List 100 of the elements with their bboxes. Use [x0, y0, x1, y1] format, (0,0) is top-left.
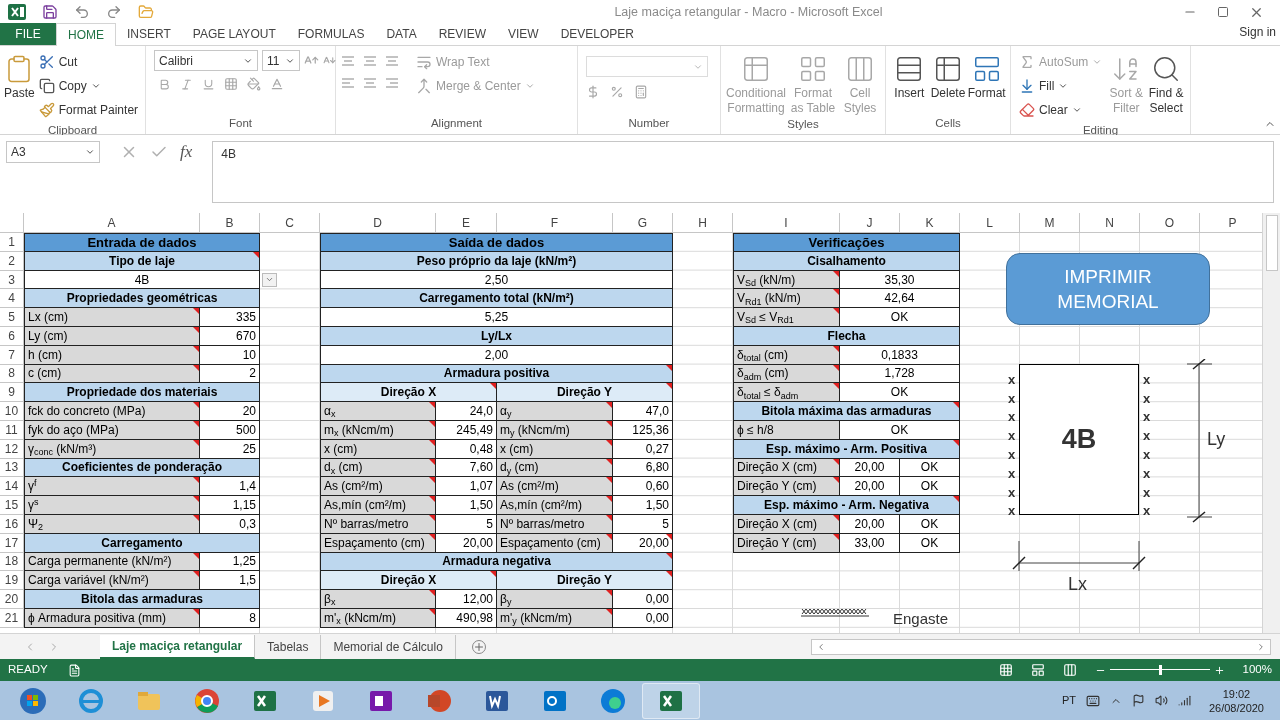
row-header[interactable]: 5 [0, 308, 24, 327]
support-mark: x [1008, 467, 1016, 481]
zoom-slider-thumb[interactable] [1158, 665, 1162, 675]
column-header[interactable]: E [436, 213, 497, 233]
column-header[interactable]: I [733, 213, 840, 233]
select-all-button[interactable] [0, 213, 24, 233]
fill-color-icon[interactable] [247, 77, 261, 91]
sheet-tab[interactable]: Laje maciça retangular [100, 634, 256, 659]
volume-icon[interactable] [1154, 694, 1168, 707]
column-header[interactable]: D [320, 213, 436, 233]
column-header[interactable]: O [1140, 213, 1200, 233]
table-cell: β$_{x}$ [320, 590, 436, 609]
column-header[interactable]: H [673, 213, 733, 233]
row-header[interactable]: 20 [0, 590, 24, 609]
align-left-icon[interactable] [340, 76, 356, 90]
table-cell: 1,07 [436, 477, 497, 497]
zoom-slider[interactable] [1109, 665, 1210, 675]
italic-icon[interactable] [180, 77, 193, 91]
ribbon-tab[interactable]: INSERT [116, 23, 182, 45]
ribbon-tab[interactable]: DEVELOPER [549, 23, 645, 45]
font-color-icon[interactable] [270, 77, 284, 91]
ribbon-tab[interactable]: DATA [375, 23, 428, 45]
undo-icon[interactable] [74, 4, 90, 20]
row-header[interactable]: 1 [0, 233, 24, 252]
delete-button[interactable]: Delete [928, 50, 968, 115]
column-header[interactable]: L [960, 213, 1020, 233]
ribbon-tab[interactable]: VIEW [497, 23, 550, 45]
restore-icon[interactable] [1217, 6, 1229, 18]
insert-function-button[interactable]: fx [180, 139, 193, 165]
horizontal-scrollbar[interactable] [810, 638, 1271, 655]
align-top-icon[interactable] [340, 54, 356, 68]
page-break-view-icon[interactable] [1062, 663, 1077, 677]
save-icon[interactable] [42, 4, 58, 20]
row-header[interactable]: 9 [0, 383, 24, 403]
keyboard-icon[interactable] [1085, 693, 1100, 708]
column-header[interactable]: G [613, 213, 673, 233]
column-header[interactable]: K [900, 213, 960, 233]
table-cell: 5,25 [320, 308, 673, 327]
column-header[interactable]: M [1020, 213, 1080, 233]
paste-button[interactable]: Paste [4, 50, 35, 122]
ribbon-tab[interactable]: HOME [56, 23, 116, 46]
cut-button[interactable]: Cut [34, 50, 143, 74]
fill-button[interactable]: Fill [1015, 74, 1107, 98]
dropdown-button[interactable] [262, 272, 277, 287]
table-cell: Carga variável (kN/m²) [24, 571, 200, 591]
column-header[interactable]: N [1080, 213, 1140, 233]
align-bottom-icon[interactable] [384, 54, 400, 68]
network-icon[interactable] [1177, 694, 1191, 707]
align-center-icon[interactable] [362, 76, 378, 90]
clear-button[interactable]: Clear [1015, 98, 1107, 122]
zoom-in-icon[interactable] [1213, 664, 1225, 676]
row-header[interactable]: 10 [0, 402, 24, 421]
folder-icon[interactable] [138, 4, 154, 20]
clock[interactable]: 19:02 26/08/2020 [1208, 686, 1264, 715]
column-header[interactable]: C [260, 213, 320, 233]
sheet-tab[interactable]: Tabelas [255, 634, 322, 659]
format-button[interactable]: Format [967, 50, 1006, 115]
formula-field[interactable]: 4B [212, 141, 1274, 203]
file-tab[interactable]: FILE [0, 23, 56, 45]
column-header[interactable]: J [840, 213, 900, 233]
redo-icon[interactable] [106, 4, 122, 20]
normal-view-icon[interactable] [998, 663, 1013, 677]
borders-icon[interactable] [224, 77, 238, 91]
sign-in-link[interactable]: Sign in [1239, 23, 1276, 41]
taskbar-button[interactable] [642, 682, 700, 719]
insert-button[interactable]: Insert [890, 50, 929, 115]
macro-record-icon[interactable] [67, 663, 81, 677]
bold-icon[interactable] [158, 77, 171, 91]
column-header[interactable]: A [24, 213, 200, 233]
number-format-field[interactable] [586, 56, 708, 77]
row-header[interactable]: 15 [0, 496, 24, 515]
font-name-field[interactable]: Calibri [154, 50, 258, 71]
row-header[interactable]: 14 [0, 477, 24, 497]
vertical-scrollbar[interactable] [1262, 213, 1280, 633]
underline-icon[interactable] [202, 77, 215, 91]
ribbon-tab[interactable]: REVIEW [427, 23, 497, 45]
ribbon-tab[interactable]: FORMULAS [286, 23, 376, 45]
percent-icon[interactable] [610, 85, 624, 99]
column-header[interactable]: F [497, 213, 613, 233]
ribbon-tab[interactable]: PAGE LAYOUT [181, 23, 287, 45]
support-mark: x [1008, 504, 1016, 518]
zoom-level[interactable]: 100% [1242, 661, 1272, 679]
format-painter-button[interactable]: Format Painter [34, 98, 143, 122]
table-cell: As,mín (cm²/m) [320, 496, 436, 515]
spreadsheet-app-icon[interactable] [8, 4, 26, 20]
align-right-icon[interactable] [384, 76, 400, 90]
page-layout-view-icon[interactable] [1030, 663, 1045, 677]
legend-label: Engaste [893, 609, 949, 629]
font-size-field[interactable]: 11 [262, 50, 300, 71]
language-indicator[interactable]: PT [1061, 692, 1076, 709]
sheet-tab[interactable]: Memorial de Cálculo [321, 634, 456, 659]
align-middle-icon[interactable] [362, 54, 378, 68]
row-header[interactable]: 19 [0, 571, 24, 591]
column-header[interactable]: B [200, 213, 260, 233]
currency-icon[interactable] [586, 85, 600, 99]
find-select-button[interactable]: Find & Select [1146, 50, 1186, 122]
flag-icon[interactable] [1131, 694, 1145, 707]
name-box[interactable]: A3 [6, 141, 100, 163]
copy-button[interactable]: Copy [34, 74, 143, 98]
row-header[interactable]: 4 [0, 289, 24, 309]
